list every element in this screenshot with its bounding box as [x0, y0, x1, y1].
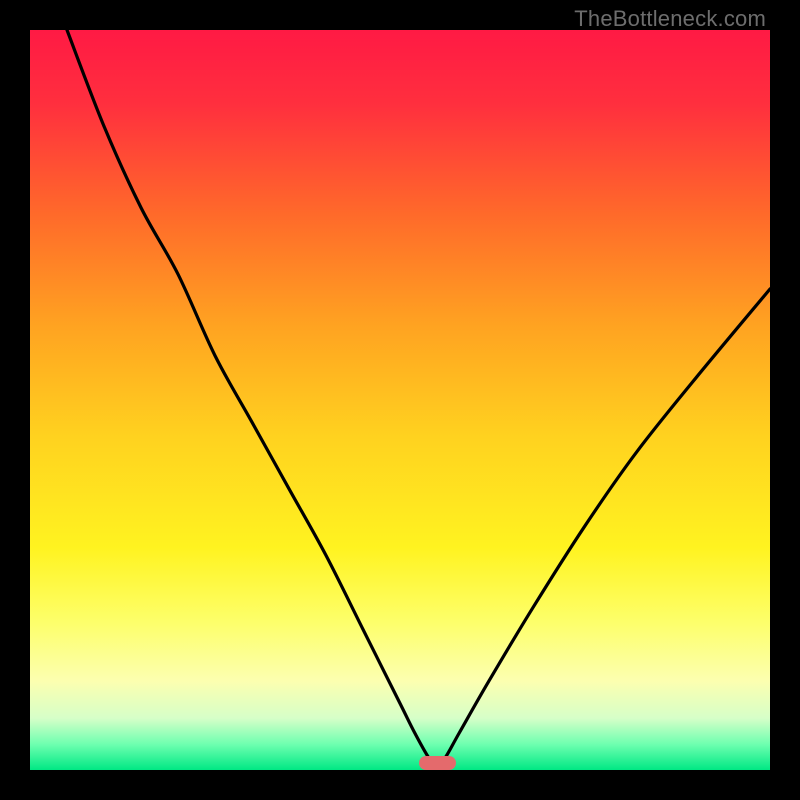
optimum-marker	[419, 756, 456, 770]
plot-area	[30, 30, 770, 770]
watermark-text: TheBottleneck.com	[574, 6, 766, 32]
bottleneck-curve	[30, 30, 770, 770]
chart-frame: TheBottleneck.com	[0, 0, 800, 800]
